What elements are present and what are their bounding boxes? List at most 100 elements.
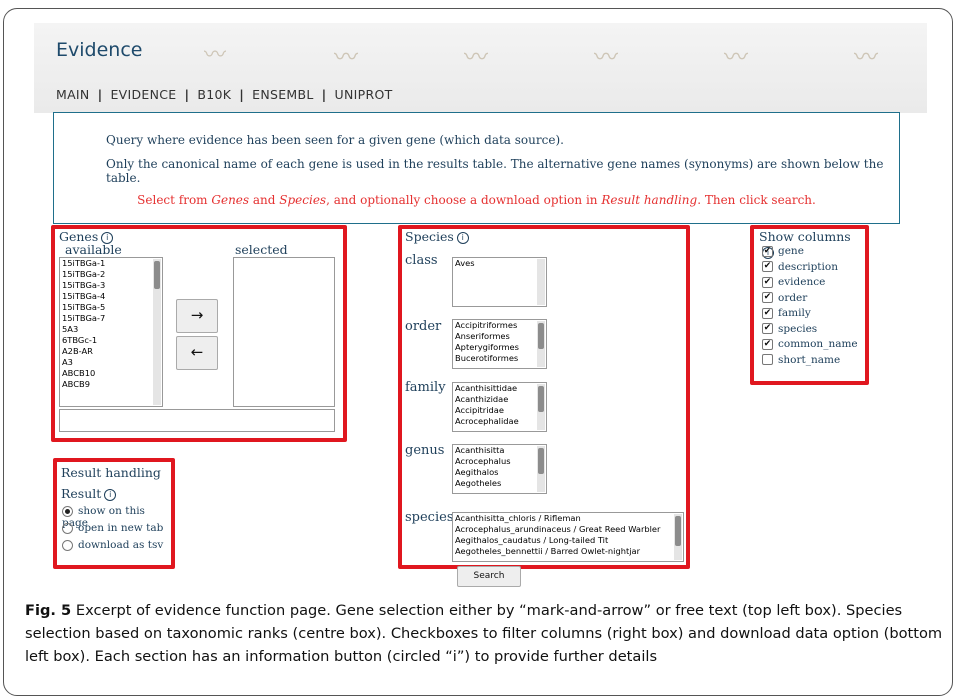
order-list[interactable]: Accipitriformes Anseriformes Apterygiforme… [452,319,547,369]
order-option[interactable]: Accipitriformes [453,320,546,331]
gene-option[interactable]: 5A3 [60,324,162,335]
nav-evidence[interactable]: EVIDENCE [110,87,176,102]
info-icon[interactable]: i [456,231,469,244]
nav-separator: | [239,87,245,102]
order-option[interactable]: Bucerotiformes [453,353,546,364]
gene-option[interactable]: 15iTBGa-1 [60,258,162,269]
gene-option[interactable]: 15iTBGa-7 [60,313,162,324]
instructions-line-1: Query where evidence has been seen for a… [106,133,564,147]
checkmark-icon[interactable]: ✔ [762,292,773,303]
species-option[interactable]: Aegithalos_caudatus / Long-tailed Tit [453,535,683,546]
checkmark-icon[interactable]: ✔ [762,307,773,319]
species-label: species [405,510,454,525]
species-title: Species i [405,229,469,244]
column-checkbox-common_name[interactable]: ✔ common_name [762,338,858,350]
column-checkbox-label: evidence [778,276,826,288]
checkbox-empty-icon[interactable] [762,354,773,365]
radio-icon[interactable] [62,505,73,517]
genes-section: Genes i available selected 15iTBGa-1 15iTB… [51,225,347,442]
order-option[interactable]: Anseriformes [453,331,546,342]
caption-text: Excerpt of evidence function page. Gene … [25,602,943,665]
column-checkbox-short_name[interactable]: short_name [762,354,840,366]
column-checkbox-gene[interactable]: ✔ gene [762,245,804,257]
gene-option[interactable]: A2B-AR [60,346,162,357]
gene-option[interactable]: 6TBGc-1 [60,335,162,346]
gene-free-text-input[interactable] [59,409,335,432]
family-list[interactable]: Acanthisittidae Acanthizidae Accipitridae A… [452,382,547,432]
column-checkbox-label: common_name [778,338,858,350]
gene-option[interactable]: 15iTBGa-4 [60,291,162,302]
move-left-button[interactable]: ← [176,336,218,370]
species-list[interactable]: Acanthisitta_chloris / Rifleman Acrocepha… [452,512,684,562]
genus-option[interactable]: Acanthisitta [453,445,546,456]
family-option[interactable]: Acrocephalidae [453,416,546,427]
checkmark-icon[interactable]: ✔ [762,245,773,257]
column-checkbox-order[interactable]: ✔ order [762,292,807,304]
family-option[interactable]: Acanthizidae [453,394,546,405]
caption-label: Fig. 5 [25,602,72,619]
family-label: family [405,380,446,395]
checkmark-icon[interactable]: ✔ [762,323,773,334]
column-checkbox-family[interactable]: ✔ family [762,307,811,319]
checkmark-icon[interactable]: ✔ [762,261,773,272]
genus-option[interactable]: Acrocephalus [453,456,546,467]
family-option[interactable]: Accipitridae [453,405,546,416]
radio-icon[interactable] [62,522,73,534]
figure-caption: Fig. 5 Excerpt of evidence function page… [25,599,945,668]
column-checkbox-label: family [778,307,811,319]
result-option-radio[interactable]: open in new tab [62,522,163,534]
species-option[interactable]: Aegotheles_bennettii / Barred Owlet-nigh… [453,546,683,557]
nav-ensembl[interactable]: ENSEMBL [252,87,314,102]
figure-frame: 〰 〰 〰 〰 〰 〰 Evidence MAIN | EVIDENCE | B10K |… [3,8,953,696]
bird-decoration-icon: 〰 [204,43,227,68]
column-checkbox-species[interactable]: ✔ species [762,323,817,335]
top-nav: MAIN | EVIDENCE | B10K | ENSEMBL | UNIPROT [56,87,393,102]
selected-genes-list[interactable] [233,257,335,407]
gene-option[interactable]: 15iTBGa-3 [60,280,162,291]
species-option[interactable]: Acrocephalus_arundinaceus / Great Reed W… [453,524,683,535]
info-icon[interactable]: i [104,488,117,501]
move-right-button[interactable]: → [176,299,218,333]
column-checkbox-description[interactable]: ✔ description [762,261,838,273]
selected-label: selected [235,242,288,257]
gene-option[interactable]: A3 [60,357,162,368]
genus-list[interactable]: Acanthisitta Acrocephalus Aegithalos Aegoth… [452,444,547,494]
bird-decoration-icon: 〰 [854,43,878,71]
nav-b10k[interactable]: B10K [197,87,231,102]
gene-option[interactable]: 15iTBGa-2 [60,269,162,280]
species-option[interactable]: Acanthisitta_chloris / Rifleman [453,513,683,524]
class-label: class [405,253,438,268]
column-checkbox-label: description [778,260,838,273]
family-option[interactable]: Acanthisittidae [453,383,546,394]
nav-main[interactable]: MAIN [56,87,90,102]
instructions-box: Query where evidence has been seen for a… [53,112,900,224]
search-button[interactable]: Search [457,566,521,587]
checkmark-icon[interactable]: ✔ [762,338,773,350]
result-option-label: download as tsv [78,539,164,551]
bird-decoration-icon: 〰 [464,43,488,71]
nav-uniprot[interactable]: UNIPROT [335,87,393,102]
checkmark-icon[interactable]: ✔ [762,276,773,288]
column-checkbox-label: order [778,291,808,304]
genus-option[interactable]: Aegithalos [453,467,546,478]
column-checkbox-label: gene [778,245,804,257]
column-checkbox-evidence[interactable]: ✔ evidence [762,276,825,288]
bird-decoration-icon: 〰 [594,43,618,71]
radio-icon[interactable] [62,539,73,551]
result-handling-section: Result handling Result i show on this pag… [53,458,175,569]
genus-option[interactable]: Aegotheles [453,478,546,489]
nav-separator: | [321,87,327,102]
gene-option[interactable]: 15iTBGa-5 [60,302,162,313]
gene-option[interactable]: ABCB10 [60,368,162,379]
species-section: Species i class Aves order Accipitriforme… [398,225,690,569]
nav-separator: | [184,87,190,102]
order-option[interactable]: Apterygiformes [453,342,546,353]
show-columns-section: Show columnsi ✔ gene ✔ description ✔ evidence… [750,225,869,385]
class-option[interactable]: Aves [453,258,546,269]
available-genes-list[interactable]: 15iTBGa-1 15iTBGa-2 15iTBGa-3 15iTBGa-4 15iT… [59,257,163,407]
class-list[interactable]: Aves [452,257,547,307]
gene-option[interactable]: ABCB9 [60,379,162,390]
result-option-radio[interactable]: download as tsv [62,539,163,551]
available-label: available [65,242,122,257]
nav-separator: | [97,87,103,102]
